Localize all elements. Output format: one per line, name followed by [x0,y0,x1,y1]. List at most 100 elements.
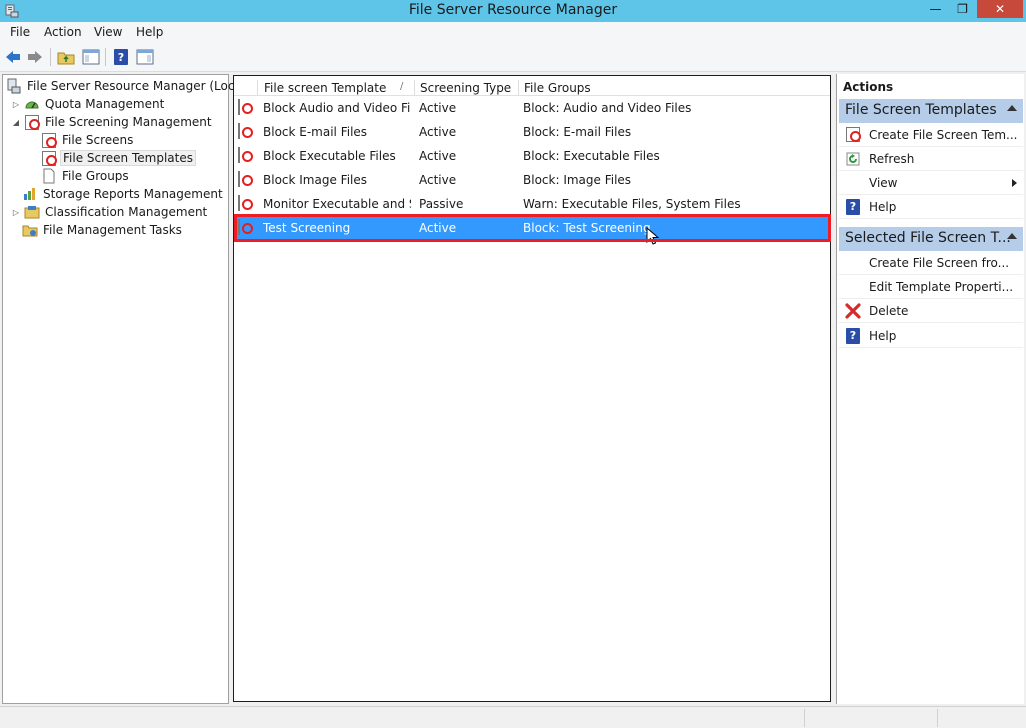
table-row[interactable]: Block Audio and Video Fil... Active Bloc… [234,96,830,120]
template-icon [41,150,57,166]
table-row[interactable]: Block E-mail Files Active Block: E-mail … [234,120,830,144]
menu-file[interactable]: File [10,25,30,39]
action-view[interactable]: View [839,171,1023,195]
status-segment [804,709,805,727]
cell-file-groups: Block: E-mail Files [523,125,632,139]
submenu-arrow-icon [1012,179,1017,187]
cell-screening-type: Passive [419,197,464,211]
tree-label: File Screening Management [45,115,212,129]
menu-action[interactable]: Action [44,25,82,39]
tree-label: Classification Management [45,205,208,219]
server-icon [6,78,22,94]
blank-icon [845,255,861,271]
tree-node-storage-reports[interactable]: Storage Reports Management [19,185,225,203]
template-row-icon [238,219,254,236]
list-header: File screen Template / Screening Type Fi… [234,78,830,96]
status-bar [0,706,1026,728]
tree-node-file-screen-templates[interactable]: File Screen Templates [38,149,196,167]
cell-file-groups: Block: Executable Files [523,149,660,163]
column-header-screening-type[interactable]: Screening Type [420,81,511,95]
collapse-icon[interactable] [1007,105,1017,111]
tree-label: File Groups [62,169,129,183]
cell-file-groups: Block: Test Screening [523,221,651,235]
forward-button[interactable] [24,47,46,67]
close-button[interactable]: ✕ [977,0,1023,18]
collapse-arrow-icon[interactable]: ◢ [11,118,21,127]
action-refresh[interactable]: Refresh [839,147,1023,171]
table-row[interactable]: Block Executable Files Active Block: Exe… [234,144,830,168]
cell-template: Monitor Executable and S... [263,197,411,211]
folder-up-icon [57,52,75,65]
actions-group-selected-template[interactable]: Selected File Screen T... [839,227,1023,251]
action-create-file-screen-template[interactable]: Create File Screen Tem... [839,123,1023,147]
action-label: Create File Screen fro... [869,255,1010,270]
cell-screening-type: Active [419,149,457,163]
expand-arrow-icon[interactable]: ▷ [11,208,21,217]
help-button[interactable]: ? [110,47,132,67]
toolbar-separator [50,48,51,66]
help-icon: ? [845,327,861,344]
cell-template: Block Audio and Video Fil... [263,101,411,115]
console-tree: File Server Resource Manager (Local) ▷ Q… [2,74,250,704]
tasks-icon [22,222,38,238]
show-hide-action-pane-button[interactable] [134,47,156,67]
column-header-template[interactable]: File screen Template [264,81,386,95]
tree-node-root[interactable]: File Server Resource Manager (Local) [3,77,252,95]
action-label: View [869,175,898,190]
app-window: File Server Resource Manager — ❐ ✕ File … [0,0,1026,728]
template-row-icon [238,123,254,140]
cell-template: Block E-mail Files [263,125,368,139]
blank-icon [845,175,861,191]
table-row[interactable]: Monitor Executable and S... Passive Warn… [234,192,830,216]
column-separator[interactable] [518,80,519,95]
minimize-button[interactable]: — [922,0,949,18]
cell-template: Block Image Files [263,173,367,187]
table-row-selected[interactable]: Test Screening Active Block: Test Screen… [234,216,830,245]
action-create-file-screen-from-template[interactable]: Create File Screen fro... [839,251,1023,275]
column-header-file-groups[interactable]: File Groups [524,81,591,95]
tree-node-file-management-tasks[interactable]: File Management Tasks [19,221,184,239]
console-tree-icon [82,49,100,65]
tree-label: Storage Reports Management [43,187,223,201]
action-label: Edit Template Properti... [869,279,1014,294]
tree-node-classification[interactable]: ▷ Classification Management [11,203,209,221]
delete-x-icon [845,302,861,319]
action-delete[interactable]: Delete [839,299,1023,323]
back-arrow-icon [6,51,20,63]
table-row[interactable]: Block Image Files Active Block: Image Fi… [234,168,830,192]
refresh-icon [845,151,861,167]
expand-arrow-icon[interactable]: ▷ [11,100,21,109]
title-bar[interactable]: File Server Resource Manager — ❐ ✕ [0,0,1026,22]
cell-screening-type: Active [419,221,457,235]
reports-icon [22,186,38,202]
tree-node-quota[interactable]: ▷ Quota Management [11,95,166,113]
group-title: File Screen Templates [845,102,997,118]
template-row-icon [238,195,254,212]
cell-screening-type: Active [419,173,457,187]
help-icon: ? [845,198,861,215]
action-edit-template-properties[interactable]: Edit Template Properti... [839,275,1023,299]
actions-group-file-screen-templates[interactable]: File Screen Templates [839,99,1023,123]
up-folder-button[interactable] [55,47,77,67]
show-hide-tree-button[interactable] [80,47,102,67]
group-title: Selected File Screen T... [845,230,1011,246]
toolbar-separator [105,48,106,66]
cell-template: Block Executable Files [263,149,396,163]
tree-node-file-screens[interactable]: File Screens [38,131,135,149]
tree-node-file-screening[interactable]: ◢ File Screening Management [11,113,214,131]
action-help[interactable]: ? Help [839,195,1023,219]
menu-view[interactable]: View [94,25,122,39]
tree-label: File Screens [62,133,134,147]
collapse-icon[interactable] [1007,233,1017,239]
action-help-selected[interactable]: ? Help [839,324,1023,348]
back-button[interactable] [2,47,24,67]
actions-header: Actions [843,80,894,94]
column-separator[interactable] [414,80,415,95]
template-row-icon [238,171,254,188]
maximize-button[interactable]: ❐ [950,0,975,18]
tree-node-file-groups[interactable]: File Groups [38,167,131,185]
mouse-cursor-icon [646,227,660,245]
template-list: File screen Template / Screening Type Fi… [233,75,831,702]
quota-gauge-icon [24,96,40,112]
menu-help[interactable]: Help [136,25,163,39]
